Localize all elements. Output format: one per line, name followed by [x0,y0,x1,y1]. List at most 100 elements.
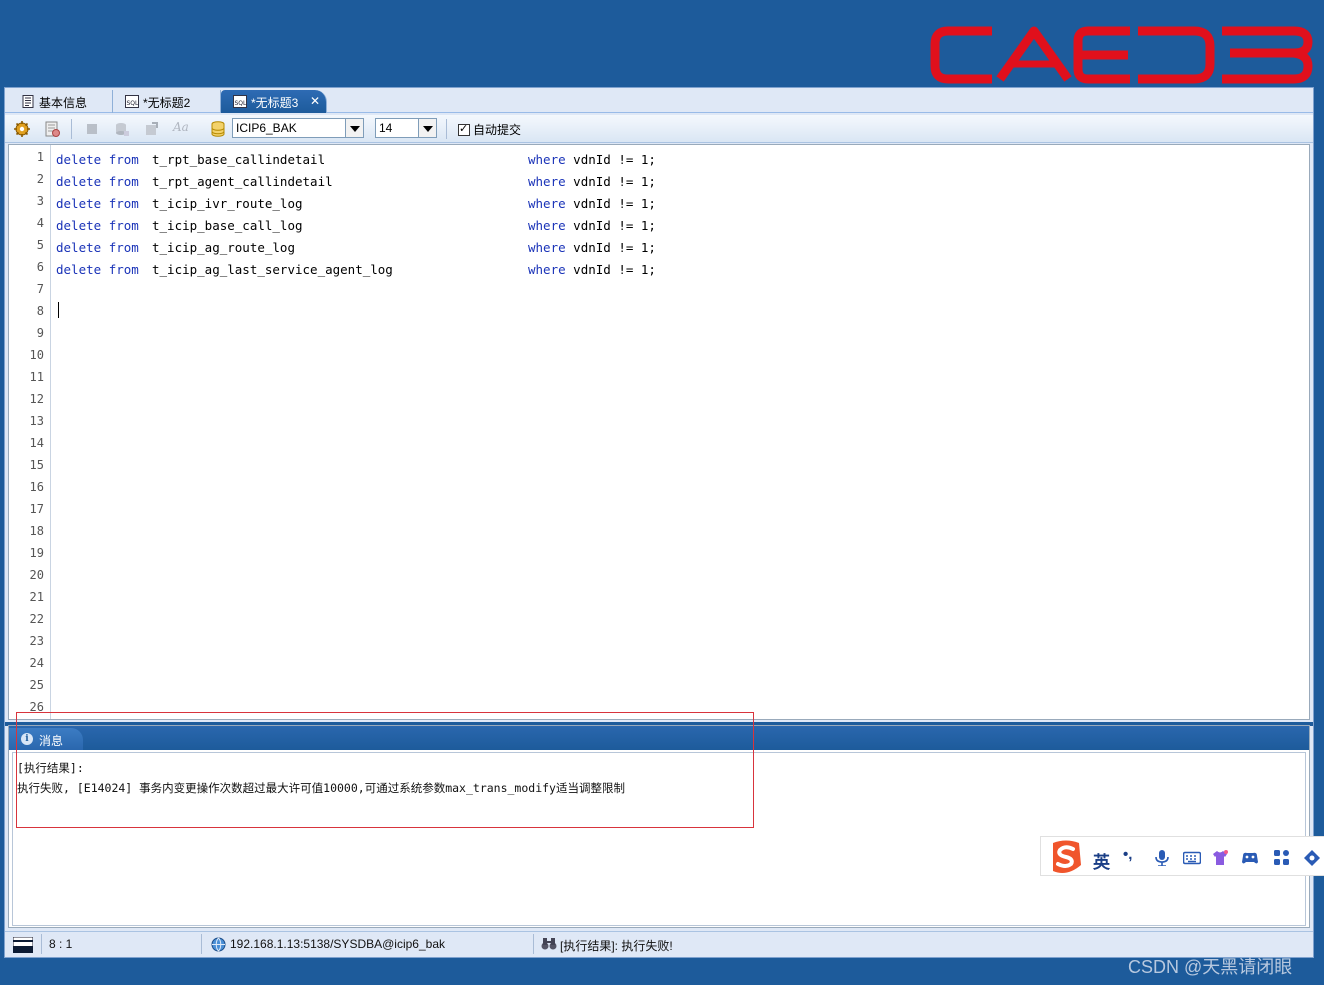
microphone-icon[interactable] [1153,850,1171,866]
line-number: 1 [36,150,44,164]
ime-toolbar: 英 •, [1040,836,1324,876]
game-controller-icon[interactable] [1241,850,1259,866]
checkbox-checked-icon[interactable] [458,122,470,136]
where-condition: vdnId != 1; [565,196,656,211]
line-number: 10 [29,348,44,362]
sql-keyword-from: from [108,174,139,189]
chevron-down-icon[interactable] [345,119,363,137]
line-number: 14 [29,436,44,450]
sql-file-icon: SQL [233,95,247,108]
sql-keyword-delete: delete [56,196,102,211]
line-number: 9 [36,326,44,340]
sql-keyword-where: where [528,196,566,211]
sql-keyword-delete: delete [56,152,102,167]
sql-keyword-where: where [528,240,566,255]
tab-untitled-2[interactable]: SQL *无标题2 [113,90,221,113]
app-grid-icon[interactable] [1273,850,1291,866]
explain-icon[interactable] [113,120,131,138]
code-line: delete from t_icip_ag_last_service_agent_… [56,262,756,277]
autocommit-label: 自动提交 [473,123,522,137]
autocommit-checkbox[interactable]: 自动提交 [458,121,521,138]
status-separator [41,934,42,954]
annotation-highlight [16,712,754,828]
ime-language-toggle[interactable]: 英 [1093,848,1110,873]
chevron-down-icon[interactable] [418,119,436,137]
skin-shirt-icon[interactable] [1211,850,1229,866]
close-icon[interactable]: ✕ [310,94,320,108]
sql-file-icon: SQL [125,95,139,108]
svg-text:SQL: SQL [127,100,140,107]
export-icon[interactable] [143,120,161,138]
watermark: CSDN @天黑请闭眼 [1128,957,1293,977]
line-number: 17 [29,502,44,516]
code-line: delete from t_rpt_agent_callindetail where… [56,174,756,189]
schema-select[interactable]: ICIP6_BAK [232,118,364,138]
where-clause: where vdnId != 1; [528,174,656,189]
line-number: 18 [29,524,44,538]
sql-keyword-from: from [108,240,139,255]
where-condition: vdnId != 1; [565,262,656,277]
font-size-select[interactable]: 14 [375,118,437,138]
line-number: 25 [29,678,44,692]
stop-icon[interactable] [83,120,101,138]
tab-bar: 基本信息 SQL *无标题2 SQL *无标题3 ✕ [5,88,1313,113]
font-size-select-value: 14 [379,121,393,135]
line-number: 8 [36,304,44,318]
keyboard-icon[interactable] [1183,850,1201,866]
database-icon [211,121,225,137]
status-bar: 8 : 1 192.168.1.13:5138/SYSDBA@icip6_bak… [5,931,1313,957]
line-number: 6 [36,260,44,274]
caedb-logo [930,26,1313,84]
where-condition: vdnId != 1; [565,174,656,189]
line-number: 21 [29,590,44,604]
where-condition: vdnId != 1; [565,240,656,255]
format-sql-button[interactable]: Aa [173,120,195,138]
where-condition: vdnId != 1; [565,152,656,167]
connection-globe-icon [211,937,226,952]
sql-keyword-delete: delete [56,240,102,255]
sql-keyword-from: from [108,152,139,167]
sql-editor[interactable]: 1 2 3 4 5 6 7 8 9 10 11 12 13 14 15 16 17 18 19 20 21 22 23 24 2… [8,144,1310,720]
sql-keyword-where: where [528,174,566,189]
schema-select-value: ICIP6_BAK [236,121,297,135]
text-caret [58,302,59,318]
table-name: t_icip_ivr_route_log [152,196,303,211]
svg-text:SQL: SQL [235,100,248,107]
line-number: 12 [29,392,44,406]
tab-label: *无标题2 [143,96,191,110]
tab-untitled-3[interactable]: SQL *无标题3 ✕ [221,90,327,113]
line-number: 11 [29,370,44,384]
toolbar: Aa ICIP6_BAK 14 自动提交 [5,115,1313,143]
line-number: 16 [29,480,44,494]
code-line: delete from t_icip_base_call_log where vdn… [56,218,756,233]
sql-keyword-from: from [108,218,139,233]
punctuation-toggle[interactable]: •, [1123,846,1141,863]
line-number: 19 [29,546,44,560]
line-number: 7 [36,282,44,296]
tab-label: *无标题3 [251,96,299,110]
line-number: 13 [29,414,44,428]
line-number: 23 [29,634,44,648]
line-number: 4 [36,216,44,230]
toolbar-separator [446,119,447,139]
settings-gear-icon[interactable] [13,120,31,138]
execute-script-icon[interactable] [43,120,61,138]
execution-status: [执行结果]: 执行失败! [560,939,673,953]
connection-info: 192.168.1.13:5138/SYSDBA@icip6_bak [230,937,445,951]
code-line: delete from t_icip_ivr_route_log where vdn… [56,196,756,211]
where-clause: where vdnId != 1; [528,218,656,233]
cursor-position: 8 : 1 [49,937,73,951]
toolbar-separator [71,119,72,139]
tab-basic-info[interactable]: 基本信息 [9,90,113,113]
where-clause: where vdnId != 1; [528,152,656,167]
sql-keyword-delete: delete [56,218,102,233]
sogou-logo-icon[interactable] [1047,839,1085,875]
where-clause: where vdnId != 1; [528,196,656,211]
status-separator [201,934,202,954]
settings-icon[interactable] [1303,850,1321,866]
where-clause: where vdnId != 1; [528,240,656,255]
panel-toggle-icon[interactable] [13,937,33,953]
code-line: delete from t_rpt_base_callindetail where … [56,152,756,167]
line-number: 15 [29,458,44,472]
status-separator [533,934,534,954]
